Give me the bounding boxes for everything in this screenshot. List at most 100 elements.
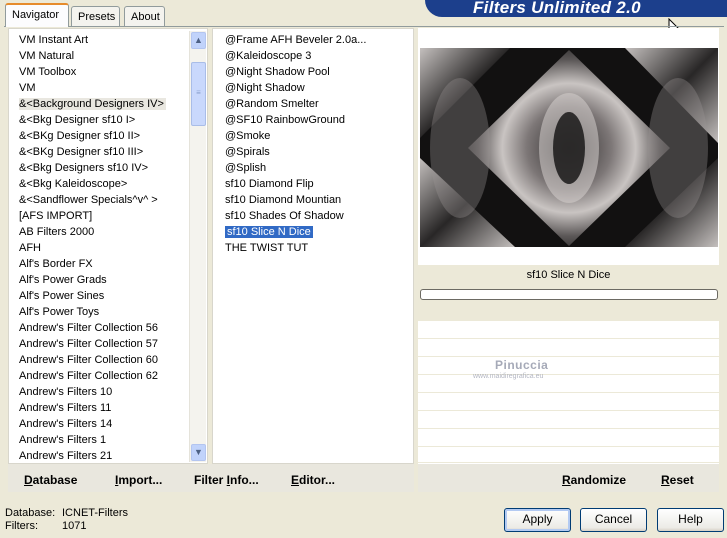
category-item[interactable]: VM Instant Art xyxy=(17,32,197,48)
filter-item-label: @Night Shadow xyxy=(225,82,305,94)
category-scrollbar[interactable]: ▲ ≡ ▼ xyxy=(189,31,206,462)
filter-item[interactable]: @Night Shadow Pool xyxy=(223,64,411,80)
param-row[interactable] xyxy=(418,411,719,429)
filter-item[interactable]: sf10 Slice N Dice xyxy=(223,224,411,240)
editor-command[interactable]: Editor... xyxy=(291,473,335,487)
scroll-thumb[interactable]: ≡ xyxy=(191,62,206,126)
category-item[interactable]: Andrew's Filter Collection 56 xyxy=(17,320,197,336)
category-item[interactable]: &<BKg Designer sf10 III> xyxy=(17,144,197,160)
filter-list[interactable]: @Frame AFH Beveler 2.0a... @Kaleidoscope … xyxy=(223,32,411,256)
randomize-command[interactable]: Randomize xyxy=(562,473,626,487)
import-command[interactable]: Import... xyxy=(115,473,162,487)
category-item-label: &<Background Designers IV> xyxy=(19,98,166,110)
param-row[interactable] xyxy=(418,339,719,357)
category-item[interactable]: &<BKg Designer sf10 II> xyxy=(17,128,197,144)
filter-item[interactable]: @Spirals xyxy=(223,144,411,160)
category-item[interactable]: VM Natural xyxy=(17,48,197,64)
category-item-label: Alf's Power Toys xyxy=(19,306,100,318)
category-item-label: Alf's Power Sines xyxy=(19,290,105,302)
filter-item[interactable]: sf10 Diamond Mountian xyxy=(223,192,411,208)
category-item[interactable]: AB Filters 2000 xyxy=(17,224,197,240)
filter-item-label: @Smoke xyxy=(225,130,271,142)
scroll-down-arrow-icon[interactable]: ▼ xyxy=(191,444,206,461)
category-item-label: &<Bkg Designer sf10 I> xyxy=(19,114,136,126)
tab-navigator[interactable]: Navigator xyxy=(5,3,69,27)
category-item[interactable]: Andrew's Filters 1 xyxy=(17,432,197,448)
category-item[interactable]: Andrew's Filter Collection 57 xyxy=(17,336,197,352)
category-item[interactable]: VM xyxy=(17,80,197,96)
category-item[interactable]: Andrew's Filters 21 xyxy=(17,448,197,464)
category-item[interactable]: VM Toolbox xyxy=(17,64,197,80)
category-item[interactable]: &<Bkg Designers sf10 IV> xyxy=(17,160,197,176)
filter-item[interactable]: @SF10 RainbowGround xyxy=(223,112,411,128)
filter-list-panel[interactable]: @Frame AFH Beveler 2.0a... @Kaleidoscope … xyxy=(212,28,414,464)
param-row[interactable] xyxy=(418,447,719,463)
param-row[interactable] xyxy=(418,321,719,339)
filter-item-label: THE TWIST TUT xyxy=(225,242,309,254)
category-item-label: AB Filters 2000 xyxy=(19,226,95,238)
category-item[interactable]: &<Background Designers IV> xyxy=(17,96,197,112)
category-item[interactable]: Alf's Power Toys xyxy=(17,304,197,320)
category-item[interactable]: Andrew's Filter Collection 60 xyxy=(17,352,197,368)
filter-item[interactable]: @Splish xyxy=(223,160,411,176)
filter-item[interactable]: @Random Smelter xyxy=(223,96,411,112)
apply-button[interactable]: Apply xyxy=(504,508,571,532)
category-item-label: VM Toolbox xyxy=(19,66,77,78)
category-item[interactable]: Andrew's Filters 10 xyxy=(17,384,197,400)
help-button[interactable]: Help xyxy=(657,508,724,532)
category-item[interactable]: &<Bkg Designer sf10 I> xyxy=(17,112,197,128)
filter-item[interactable]: sf10 Shades Of Shadow xyxy=(223,208,411,224)
category-item[interactable]: Andrew's Filter Collection 62 xyxy=(17,368,197,384)
tab-presets[interactable]: Presets xyxy=(71,6,120,26)
filter-info-command[interactable]: Filter Info... xyxy=(194,473,259,487)
param-row[interactable] xyxy=(418,375,719,393)
tab-about[interactable]: About xyxy=(124,6,165,26)
category-item[interactable]: [AFS IMPORT] xyxy=(17,208,197,224)
preview-progress-bar xyxy=(420,289,718,300)
filter-item-label: sf10 Diamond Mountian xyxy=(225,194,342,206)
category-item-label: AFH xyxy=(19,242,41,254)
category-item[interactable]: Andrew's Filters 11 xyxy=(17,400,197,416)
filter-item[interactable]: @Frame AFH Beveler 2.0a... xyxy=(223,32,411,48)
filters-count: 1071 xyxy=(62,520,87,532)
filter-item-label: @Random Smelter xyxy=(225,98,319,110)
filter-item-label: @Spirals xyxy=(225,146,270,158)
filter-item-label: sf10 Slice N Dice xyxy=(225,226,313,238)
category-list[interactable]: VM Instant Art VM Natural VM Toolbox VM &<Ba… xyxy=(17,32,197,464)
filter-item-label: sf10 Shades Of Shadow xyxy=(225,210,344,222)
category-item-label: Andrew's Filters 21 xyxy=(19,450,113,462)
category-item-label: Andrew's Filter Collection 57 xyxy=(19,338,159,350)
param-row[interactable] xyxy=(418,357,719,375)
category-item[interactable]: AFH xyxy=(17,240,197,256)
filter-item-label: @Splish xyxy=(225,162,267,174)
category-item-label: VM xyxy=(19,82,36,94)
filter-item[interactable]: @Night Shadow xyxy=(223,80,411,96)
category-item[interactable]: &<Sandflower Specials^v^ > xyxy=(17,192,197,208)
filter-item[interactable]: THE TWIST TUT xyxy=(223,240,411,256)
category-item-label: Andrew's Filter Collection 62 xyxy=(19,370,159,382)
category-item-label: Andrew's Filter Collection 56 xyxy=(19,322,159,334)
filter-item[interactable]: @Smoke xyxy=(223,128,411,144)
filter-item[interactable]: sf10 Diamond Flip xyxy=(223,176,411,192)
filter-item-label: @Frame AFH Beveler 2.0a... xyxy=(225,34,367,46)
category-item-label: Andrew's Filters 14 xyxy=(19,418,113,430)
scroll-up-arrow-icon[interactable]: ▲ xyxy=(191,32,206,49)
param-row[interactable] xyxy=(418,429,719,447)
category-item-label: Alf's Power Grads xyxy=(19,274,107,286)
database-command[interactable]: Database xyxy=(24,473,77,487)
category-item-label: VM Natural xyxy=(19,50,75,62)
category-list-panel[interactable]: VM Instant Art VM Natural VM Toolbox VM &<Ba… xyxy=(8,28,208,464)
category-item-label: Andrew's Filters 1 xyxy=(19,434,107,446)
cancel-button[interactable]: Cancel xyxy=(580,508,647,532)
database-value: ICNET-Filters xyxy=(62,507,128,519)
param-row[interactable] xyxy=(418,393,719,411)
reset-command[interactable]: Reset xyxy=(661,473,694,487)
category-item[interactable]: Alf's Power Grads xyxy=(17,272,197,288)
filter-item-label: sf10 Diamond Flip xyxy=(225,178,314,190)
filter-item[interactable]: @Kaleidoscope 3 xyxy=(223,48,411,64)
category-item[interactable]: Alf's Power Sines xyxy=(17,288,197,304)
category-item[interactable]: Alf's Border FX xyxy=(17,256,197,272)
category-item-label: &<Bkg Designers sf10 IV> xyxy=(19,162,149,174)
category-item[interactable]: Andrew's Filters 14 xyxy=(17,416,197,432)
category-item[interactable]: &<Bkg Kaleidoscope> xyxy=(17,176,197,192)
